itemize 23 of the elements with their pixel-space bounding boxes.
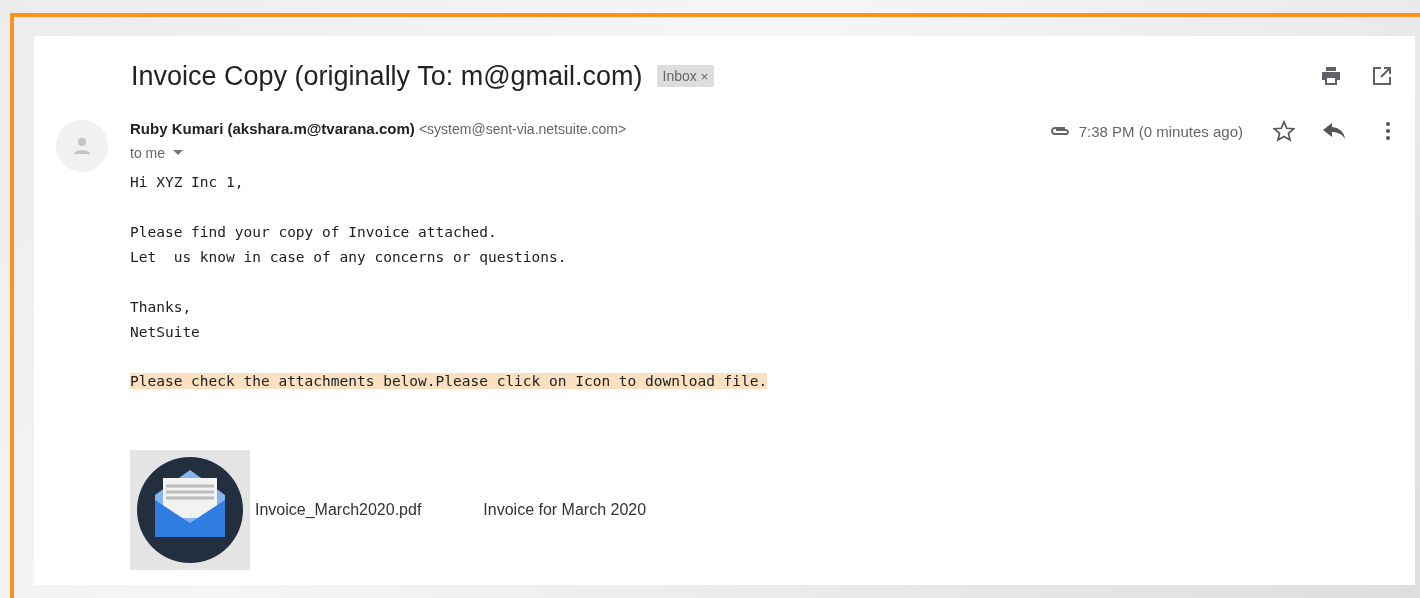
envelope-icon[interactable] (130, 450, 250, 570)
avatar (56, 120, 108, 172)
more-icon[interactable] (1385, 121, 1391, 141)
attachment-description: Invoice for March 2020 (483, 501, 647, 519)
print-icon[interactable] (1321, 67, 1341, 85)
message-text: Thanks, (130, 298, 193, 317)
new-window-icon[interactable] (1373, 67, 1391, 85)
paperclip-icon (1048, 125, 1071, 137)
star-icon[interactable] (1273, 120, 1295, 142)
email-time: 7:38 PM (0 minutes ago) (1078, 122, 1243, 140)
inbox-label[interactable]: Inbox × (656, 65, 715, 87)
sender-address: <system@sent-via.netsuite.com> (418, 121, 627, 137)
message-text: Let us know in case of any concerns or questions. (130, 248, 568, 267)
attachment-filename[interactable]: Invoice_March2020.pdf (255, 501, 422, 519)
caret-icon[interactable] (173, 150, 183, 156)
email-subject: Invoice Copy (originally To: m@gmail.com) (131, 60, 643, 92)
reply-icon[interactable] (1323, 123, 1345, 139)
recipient-dropdown[interactable]: to me (130, 145, 183, 161)
message-text: Please find your copy of Invoice attached. (130, 223, 498, 242)
message-text: NetSuite (130, 323, 201, 342)
message-text: Hi XYZ Inc 1, (130, 173, 245, 192)
sender-name: Ruby Kumari (akshara.m@tvarana.com) (130, 120, 415, 137)
attachment-notice: Please check the attachments below.Please click on Icon to download file. (130, 373, 768, 389)
